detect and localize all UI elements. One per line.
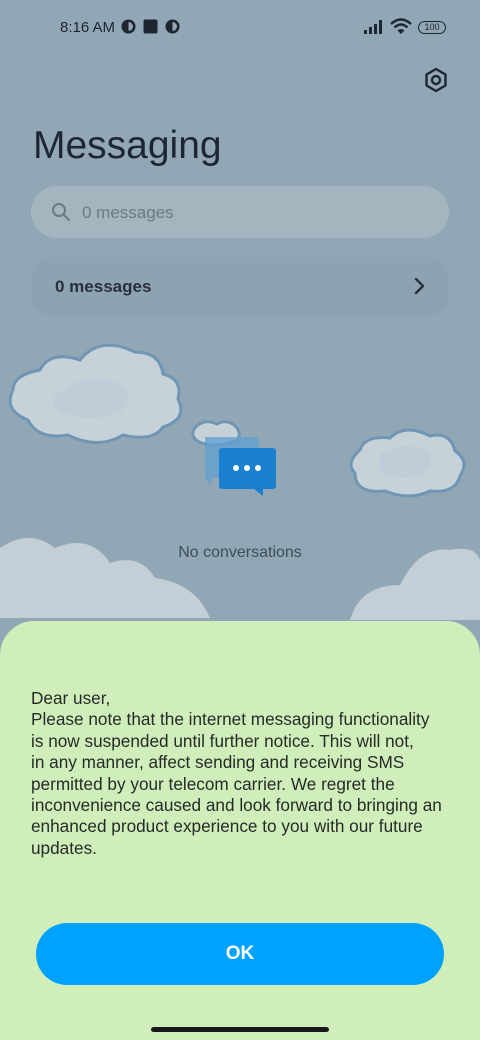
ok-button[interactable]: OK xyxy=(36,923,444,985)
chat-bubbles-icon xyxy=(205,437,276,496)
messages-card-label: 0 messages xyxy=(55,277,152,296)
search-placeholder: 0 messages xyxy=(82,203,174,222)
notice-line: inconvenience caused and look forward to… xyxy=(31,795,442,816)
notice-line: is now suspended until further notice. T… xyxy=(31,730,414,751)
status-time: 8:16 AM xyxy=(60,19,116,36)
notice-line: updates. xyxy=(31,837,97,858)
notice-line: Dear user, xyxy=(31,688,111,708)
search-input[interactable]: 0 messages xyxy=(31,186,449,238)
battery-icon: 100 xyxy=(418,21,446,34)
notice-line: in any manner, affect sending and receiv… xyxy=(31,752,405,773)
notice-line: Please note that the internet messaging … xyxy=(31,709,430,730)
empty-state-text: No conversations xyxy=(178,544,302,561)
signal-icon xyxy=(364,20,382,34)
notice-line: enhanced product experience to you with … xyxy=(31,816,423,837)
wifi-icon xyxy=(390,18,412,34)
messages-card[interactable]: 0 messages xyxy=(31,257,449,315)
settings-gear-icon xyxy=(425,67,447,93)
status-bar: 8:16 AM 100 xyxy=(0,0,480,56)
notice-line: permitted by your telecom carrier. We re… xyxy=(31,773,395,794)
notification-app-icon xyxy=(165,19,180,34)
chevron-right-icon xyxy=(414,277,425,295)
messaging-screen: 8:16 AM 100 Messaging 0 messages 0 messa… xyxy=(0,0,480,1040)
notice-message: Dear user, Please note that the internet… xyxy=(31,688,461,859)
search-icon xyxy=(52,203,71,222)
page-title: Messaging xyxy=(33,124,222,167)
notification-app-icon xyxy=(121,19,136,34)
settings-button[interactable] xyxy=(420,64,452,96)
square-notification-icon xyxy=(143,19,158,34)
home-indicator[interactable] xyxy=(151,1027,329,1032)
